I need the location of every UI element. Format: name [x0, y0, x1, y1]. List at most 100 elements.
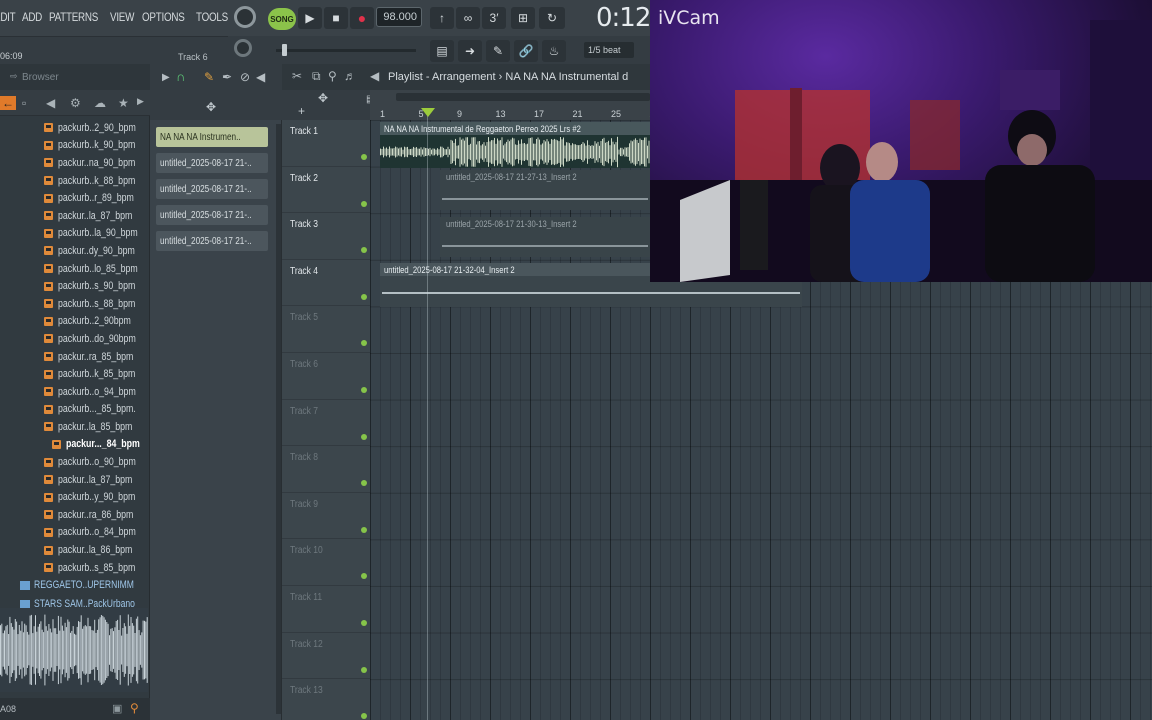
select-icon[interactable]: ⧉	[312, 69, 321, 84]
track-mute-led[interactable]	[361, 340, 367, 347]
browser-file-item[interactable]: packurb..la_90_bpm	[0, 225, 150, 243]
folder-icon[interactable]: ▣	[112, 702, 122, 715]
arrow-tool-icon[interactable]: ✥	[318, 91, 328, 105]
browser-file-item[interactable]: packurb..r_89_bpm	[0, 189, 150, 207]
playhead-marker[interactable]	[421, 108, 435, 117]
brush-icon[interactable]: ✒	[222, 70, 232, 84]
browser-file-item[interactable]: packur..dy_90_bpm	[0, 242, 150, 260]
tool-pencil-icon[interactable]: ✎	[204, 70, 214, 84]
plugin-picker-button[interactable]: ♨	[542, 40, 566, 62]
timeline-ruler[interactable]: 1591317212529	[370, 90, 660, 120]
play-button[interactable]: ▶	[298, 7, 322, 29]
audio-clip[interactable]: untitled_2025-08-17 21-27-13_Insert 2	[440, 170, 650, 210]
stop-button[interactable]: ■	[324, 7, 348, 29]
browser-file-item[interactable]: packurb..2_90_bpm	[0, 119, 150, 137]
arrow-right-icon[interactable]: ▶	[137, 96, 144, 107]
file-icon[interactable]: ▫	[22, 96, 26, 110]
browser-file-item[interactable]: packur..la_86_bpm	[0, 541, 150, 559]
gear-icon[interactable]: ⚙	[70, 96, 81, 110]
tempo-display[interactable]: 98.000	[376, 7, 422, 27]
track-header[interactable]: Track 7	[282, 400, 370, 447]
pattern-item[interactable]: untitled_2025-08-17 21-..	[156, 153, 268, 173]
track-header[interactable]: Track 6	[282, 353, 370, 400]
browser-file-item[interactable]: packur..._84_bpm	[0, 436, 150, 454]
step-edit-button[interactable]: ⊞	[511, 7, 535, 29]
browser-file-item[interactable]: packurb..o_94_bpm	[0, 383, 150, 401]
menu-item-options[interactable]: OPTIONS	[142, 10, 185, 24]
track-mute-led[interactable]	[361, 154, 367, 160]
track-header[interactable]: Track 13	[282, 679, 370, 720]
track-mute-led[interactable]	[361, 433, 367, 440]
browser-file-item[interactable]: packurb..s_88_bpm	[0, 295, 150, 313]
master-slider[interactable]	[276, 49, 416, 52]
track-header[interactable]: Track 11	[282, 586, 370, 633]
playlist-button[interactable]: ➜	[458, 40, 482, 62]
track-mute-led[interactable]	[361, 666, 367, 673]
menu-item-edit[interactable]: EDIT	[0, 10, 16, 24]
timeline-scrollbar[interactable]	[396, 93, 650, 101]
master-slider-handle[interactable]	[282, 44, 287, 56]
browser-file-item[interactable]: packur..ra_86_bpm	[0, 506, 150, 524]
plus-icon[interactable]: +	[298, 104, 305, 118]
browser-file-item[interactable]: packurb..o_90_bpm	[0, 453, 150, 471]
menu-item-add[interactable]: ADD	[22, 10, 42, 24]
arrow-right-icon[interactable]: ▶	[162, 72, 170, 83]
track-mute-led[interactable]	[361, 526, 367, 533]
picker-scrollbar[interactable]	[276, 124, 281, 714]
back-icon[interactable]: ←	[0, 96, 16, 110]
pattern-item[interactable]: untitled_2025-08-17 21-..	[156, 231, 268, 251]
track-mute-led[interactable]	[361, 620, 367, 626]
playlist-menu-icon[interactable]: ◀	[370, 69, 379, 83]
track-mute-led[interactable]	[361, 247, 367, 254]
browser-file-item[interactable]: packur..la_85_bpm	[0, 418, 150, 436]
browser-file-item[interactable]: packur..la_87_bpm	[0, 207, 150, 225]
loop-record-button[interactable]: ↻	[539, 7, 565, 29]
pattern-item[interactable]: untitled_2025-08-17 21-..	[156, 205, 268, 225]
track-mute-led[interactable]	[361, 480, 367, 487]
mixer-button[interactable]: ▤	[430, 40, 454, 62]
track-header[interactable]: Track 3	[282, 213, 370, 260]
wait-input-button[interactable]: ∞	[456, 7, 480, 29]
browser-file-item[interactable]: packurb..k_90_bpm	[0, 137, 150, 155]
sample-waveform-preview[interactable]	[0, 608, 148, 692]
track-mute-led[interactable]	[361, 387, 367, 393]
pattern-item[interactable]: untitled_2025-08-17 21-..	[156, 179, 268, 199]
pattern-song-toggle[interactable]: SONG	[268, 8, 296, 30]
zoom-icon[interactable]: ⚲	[328, 69, 337, 83]
track-mute-led[interactable]	[361, 200, 367, 207]
track-header[interactable]: Track 1	[282, 120, 370, 167]
browser-file-item[interactable]: packurb..do_90bpm	[0, 330, 150, 348]
audio-clip[interactable]: untitled_2025-08-17 21-30-13_Insert 2	[440, 217, 650, 257]
slice-icon[interactable]: ✂	[292, 69, 302, 83]
browser-file-item[interactable]: packur..ra_85_bpm	[0, 348, 150, 366]
cloud-icon[interactable]: ☁	[94, 96, 106, 110]
browser-file-item[interactable]: packurb..s_90_bpm	[0, 277, 150, 295]
track-header[interactable]: Track 2	[282, 167, 370, 214]
browser-folder[interactable]: REGGAETO..UPERNIMM	[0, 576, 150, 594]
track-header[interactable]: Track 8	[282, 446, 370, 493]
browser-file-item[interactable]: packurb..2_90bpm	[0, 313, 150, 331]
browser-file-item[interactable]: packurb..lo_85_bpm	[0, 260, 150, 278]
browser-file-item[interactable]: packurb..k_88_bpm	[0, 172, 150, 190]
collapse-icon[interactable]: ◀	[46, 96, 55, 110]
menu-item-patterns[interactable]: PATTERNS	[49, 10, 98, 24]
piano-roll-button[interactable]: ✎	[486, 40, 510, 62]
track-header[interactable]: Track 9	[282, 493, 370, 540]
search-icon[interactable]: ⚲	[130, 701, 139, 715]
browser-search-bar[interactable]: A08 ▣ ⚲	[0, 698, 150, 720]
record-button[interactable]: ●	[350, 7, 374, 29]
pattern-item[interactable]: NA NA NA Instrumen..	[156, 127, 268, 147]
snap-selector[interactable]: 1/5 beat	[584, 42, 634, 58]
browser-file-item[interactable]: packur..la_87_bpm	[0, 471, 150, 489]
master-pitch-knob[interactable]	[234, 39, 252, 57]
countdown-button[interactable]: 3′	[482, 7, 506, 29]
magnet-icon[interactable]: ∩	[176, 69, 185, 84]
menu-item-tools[interactable]: TOOLS	[196, 10, 228, 24]
track-header[interactable]: Track 5	[282, 306, 370, 353]
browser-file-item[interactable]: packurb..._85_bpm.	[0, 401, 150, 419]
speaker-icon[interactable]: ♬	[344, 69, 356, 83]
metronome-button[interactable]: ↑	[430, 7, 454, 29]
master-volume-knob[interactable]	[234, 6, 256, 28]
track-mute-led[interactable]	[361, 713, 367, 720]
track-mute-led[interactable]	[361, 293, 367, 300]
